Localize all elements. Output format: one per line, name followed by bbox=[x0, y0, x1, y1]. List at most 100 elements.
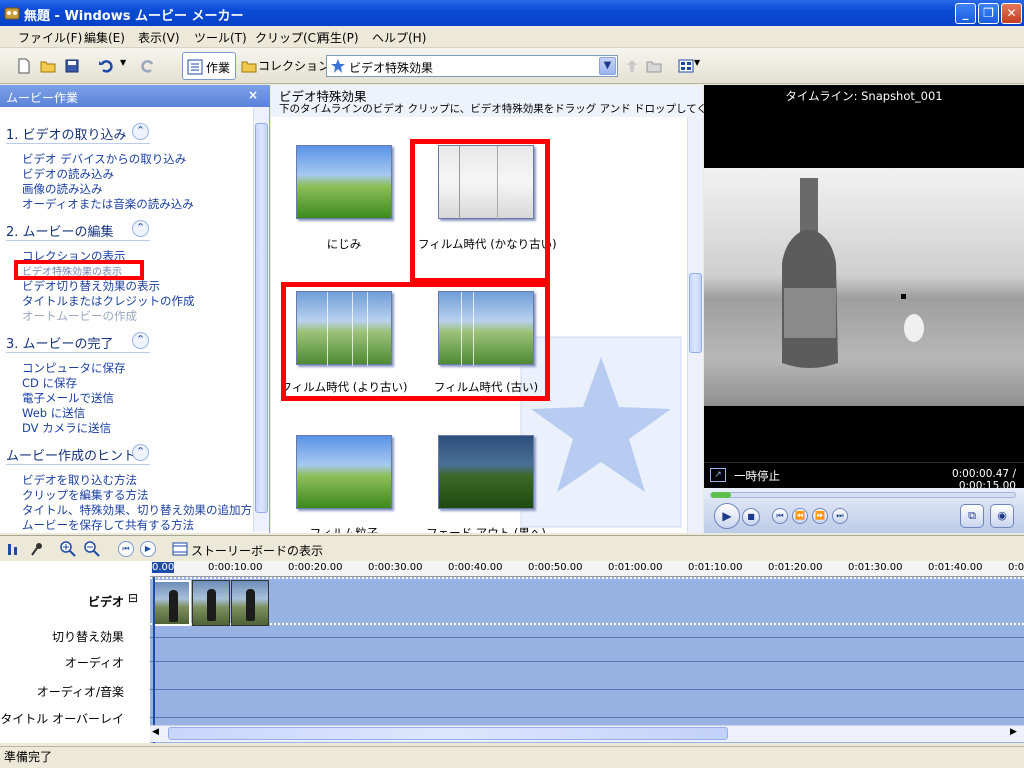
link-capture-device[interactable]: ビデオ デバイスからの取り込み bbox=[22, 151, 186, 167]
timeline: ビデオ ⊟ 切り替え効果 オーディオ オーディオ/音楽 タイトル オーバーレイ … bbox=[0, 561, 1024, 743]
fast-forward-icon[interactable]: ⏩ bbox=[812, 508, 828, 524]
link-save-cd[interactable]: CD に保存 bbox=[22, 375, 77, 391]
scroll-right-icon[interactable]: ▶ bbox=[1010, 727, 1017, 737]
undo-icon[interactable] bbox=[98, 58, 114, 74]
link-make-titles[interactable]: タイトルまたはクレジットの作成 bbox=[22, 293, 195, 309]
collections-button[interactable]: コレクション bbox=[258, 56, 330, 76]
time-ruler[interactable]: 0.00 0:00:10.00 0:00:20.00 0:00:30.00 0:… bbox=[150, 561, 1024, 577]
section-tips-title[interactable]: ムービー作成のヒント bbox=[6, 445, 136, 464]
toolbar: ▼ 作業 コレクション ビデオ特殊効果 ▼ ▼ bbox=[0, 48, 1024, 84]
section-edit-title[interactable]: 2. ムービーの編集 bbox=[6, 221, 114, 240]
new-folder-icon[interactable] bbox=[646, 58, 662, 74]
scroll-left-icon[interactable]: ◀ bbox=[152, 727, 159, 737]
next-frame-icon[interactable]: ⏭ bbox=[832, 508, 848, 524]
save-project-icon[interactable] bbox=[64, 58, 80, 74]
preview-status-bar: ↗ 一時停止 0:00:00.47 / 0:00:15.00 bbox=[704, 462, 1024, 492]
zoom-in-icon[interactable] bbox=[60, 541, 76, 560]
menu-edit[interactable]: 編集(E) bbox=[84, 29, 125, 46]
playhead[interactable] bbox=[153, 577, 155, 743]
storyboard-icon[interactable] bbox=[172, 542, 188, 559]
menu-play[interactable]: 再生(P) bbox=[318, 29, 359, 46]
menu-view[interactable]: 表示(V) bbox=[138, 29, 180, 46]
menu-clip[interactable]: クリップ(C) bbox=[255, 29, 321, 46]
collapse-icon[interactable]: ⌃ bbox=[132, 332, 149, 349]
split-clip-icon[interactable]: ⧉ bbox=[960, 504, 984, 528]
undo-dropdown-icon[interactable]: ▼ bbox=[120, 58, 136, 74]
seek-bar[interactable] bbox=[710, 492, 1016, 498]
menu-tools[interactable]: ツール(T) bbox=[194, 29, 247, 46]
tasks-button[interactable]: 作業 bbox=[182, 52, 236, 80]
effect-thumb-blur[interactable] bbox=[296, 145, 392, 219]
video-clip[interactable] bbox=[192, 580, 230, 626]
close-icon[interactable]: × bbox=[248, 88, 258, 102]
window-title: 無題 - Windows ムービー メーカー bbox=[24, 9, 244, 24]
link-send-email[interactable]: 電子メールで送信 bbox=[22, 390, 114, 406]
view-options-icon[interactable] bbox=[678, 58, 694, 74]
scrollbar-thumb[interactable] bbox=[168, 727, 728, 740]
audio-level-icon[interactable] bbox=[6, 542, 20, 559]
section-finish-title[interactable]: 3. ムービーの完了 bbox=[6, 333, 114, 352]
link-save-computer[interactable]: コンピュータに保存 bbox=[22, 360, 126, 376]
highlight-box bbox=[281, 282, 550, 401]
fullscreen-icon[interactable]: ↗ bbox=[710, 468, 726, 482]
collapse-icon[interactable]: ⌃ bbox=[132, 123, 149, 140]
effect-thumb-film-grain[interactable] bbox=[296, 435, 392, 509]
play-timeline-icon[interactable]: ▶ bbox=[140, 541, 156, 557]
video-track[interactable] bbox=[150, 577, 1024, 626]
up-level-icon[interactable] bbox=[624, 58, 640, 74]
link-tip-capture[interactable]: ビデオを取り込む方法 bbox=[22, 472, 137, 488]
collapse-icon[interactable]: ⌃ bbox=[132, 220, 149, 237]
effects-scrollbar[interactable] bbox=[687, 117, 703, 533]
stop-icon[interactable]: ■ bbox=[742, 508, 760, 526]
ruler-tick: 0:01:40.00 bbox=[928, 562, 983, 573]
bottle-image bbox=[782, 178, 924, 368]
task-pane-scrollbar[interactable] bbox=[253, 107, 269, 532]
new-project-icon[interactable] bbox=[16, 58, 32, 74]
video-clip[interactable] bbox=[153, 580, 191, 626]
chevron-down-icon[interactable]: ▼ bbox=[599, 57, 616, 75]
rewind-icon[interactable]: ⏪ bbox=[792, 508, 808, 524]
minimize-button[interactable]: _ bbox=[955, 3, 976, 24]
expand-video-icon[interactable]: ⊟ bbox=[128, 591, 138, 605]
menu-file[interactable]: ファイル(F) bbox=[18, 29, 82, 46]
narrate-microphone-icon[interactable] bbox=[30, 542, 44, 559]
link-import-audio[interactable]: オーディオまたは音楽の読み込み bbox=[22, 196, 194, 212]
restore-button[interactable]: ❐ bbox=[978, 3, 999, 24]
link-import-video[interactable]: ビデオの読み込み bbox=[22, 166, 114, 182]
redo-icon[interactable] bbox=[140, 58, 156, 74]
link-tip-edit[interactable]: クリップを編集する方法 bbox=[22, 487, 149, 503]
section-capture-title[interactable]: 1. ビデオの取り込み bbox=[6, 124, 127, 143]
link-import-pictures[interactable]: 画像の読み込み bbox=[22, 181, 103, 197]
video-clip[interactable] bbox=[231, 580, 269, 626]
ruler-tick: 0:00:50.00 bbox=[528, 562, 583, 573]
timeline-tracks[interactable] bbox=[150, 577, 1024, 743]
storyboard-toggle[interactable]: ストーリーボードの表示 bbox=[191, 542, 323, 559]
timeline-scrollbar[interactable]: ◀ ▶ bbox=[150, 725, 1024, 742]
previous-frame-icon[interactable]: ⏮ bbox=[772, 508, 788, 524]
link-send-web[interactable]: Web に送信 bbox=[22, 405, 85, 421]
collapse-icon[interactable]: ⌃ bbox=[132, 444, 149, 461]
task-pane-header: ムービー作業 × bbox=[0, 85, 270, 107]
play-icon[interactable]: ▶ bbox=[714, 503, 740, 529]
track-transition-label: 切り替え効果 bbox=[51, 630, 124, 644]
link-tip-share[interactable]: ムービーを保存して共有する方法 bbox=[22, 517, 194, 533]
link-tip-effects[interactable]: タイトル、特殊効果、切り替え効果の追加方法 bbox=[22, 502, 264, 518]
open-project-icon[interactable] bbox=[40, 58, 56, 74]
snapshot-camera-icon[interactable]: ◉ bbox=[990, 504, 1014, 528]
track-labels: ビデオ ⊟ 切り替え効果 オーディオ オーディオ/音楽 タイトル オーバーレイ bbox=[0, 561, 150, 743]
close-button[interactable]: ✕ bbox=[1001, 3, 1022, 24]
scrollbar-thumb[interactable] bbox=[689, 273, 702, 353]
link-show-transitions[interactable]: ビデオ切り替え効果の表示 bbox=[22, 278, 160, 294]
collection-select[interactable]: ビデオ特殊効果 ▼ bbox=[326, 55, 618, 77]
menu-help[interactable]: ヘルプ(H) bbox=[372, 29, 426, 46]
preview-monitor: タイムライン: Snapshot_001 ↗ 一時停止 0:00:00.47 /… bbox=[704, 85, 1024, 533]
view-dropdown-icon[interactable]: ▼ bbox=[694, 58, 710, 74]
effect-thumb-fade-to-black[interactable] bbox=[438, 435, 534, 509]
rewind-timeline-icon[interactable]: ⏮ bbox=[118, 541, 134, 557]
zoom-out-icon[interactable] bbox=[84, 541, 100, 560]
seek-slider-handle[interactable] bbox=[711, 492, 731, 498]
scrollbar-thumb[interactable] bbox=[255, 123, 268, 513]
highlight-box bbox=[14, 260, 144, 280]
track-audio-label: オーディオ bbox=[64, 656, 124, 670]
link-send-dv[interactable]: DV カメラに送信 bbox=[22, 420, 111, 436]
